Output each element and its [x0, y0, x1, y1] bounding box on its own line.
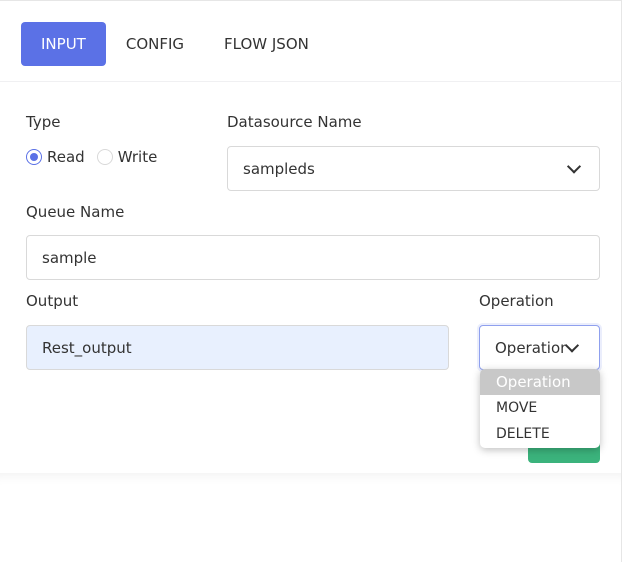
queue-name-value: sample: [42, 248, 97, 267]
chevron-down-icon: [564, 337, 580, 353]
output-input[interactable]: Rest_output: [26, 325, 449, 370]
radio-write-circle[interactable]: [96, 149, 113, 165]
dropdown-option-move[interactable]: MOVE: [480, 395, 600, 421]
radio-read[interactable]: Read: [26, 148, 85, 166]
tab-bar: INPUT CONFIG FLOW JSON: [21, 22, 329, 66]
lower-area: [0, 473, 622, 562]
chevron-down-icon: [566, 158, 582, 174]
datasource-value: sampleds: [243, 159, 315, 178]
queue-name-input[interactable]: sample: [26, 235, 600, 280]
queue-label: Queue Name: [26, 203, 125, 221]
input-panel: INPUT CONFIG FLOW JSON Type Read Write D…: [0, 0, 622, 473]
radio-write[interactable]: Write: [96, 148, 158, 166]
output-label: Output: [26, 292, 79, 310]
dropdown-option-delete[interactable]: DELETE: [480, 421, 600, 447]
type-label: Type: [26, 113, 61, 131]
tab-flow-json[interactable]: FLOW JSON: [204, 22, 329, 66]
radio-write-label: Write: [117, 148, 158, 166]
dropdown-option-operation[interactable]: Operation: [480, 369, 600, 395]
tab-input[interactable]: INPUT: [21, 22, 106, 66]
datasource-select[interactable]: sampleds: [227, 146, 600, 191]
radio-read-circle[interactable]: [26, 149, 42, 165]
operation-label: Operation: [479, 292, 554, 310]
tab-config[interactable]: CONFIG: [106, 22, 204, 66]
operation-select[interactable]: Operation: [479, 325, 600, 370]
type-radio-group: Read Write: [26, 148, 169, 166]
radio-read-label: Read: [47, 148, 85, 166]
operation-dropdown: Operation MOVE DELETE: [480, 369, 600, 448]
operation-value: Operation: [495, 338, 567, 357]
output-value: Rest_output: [42, 338, 132, 357]
tab-divider: [0, 81, 622, 82]
datasource-label: Datasource Name: [227, 113, 362, 131]
